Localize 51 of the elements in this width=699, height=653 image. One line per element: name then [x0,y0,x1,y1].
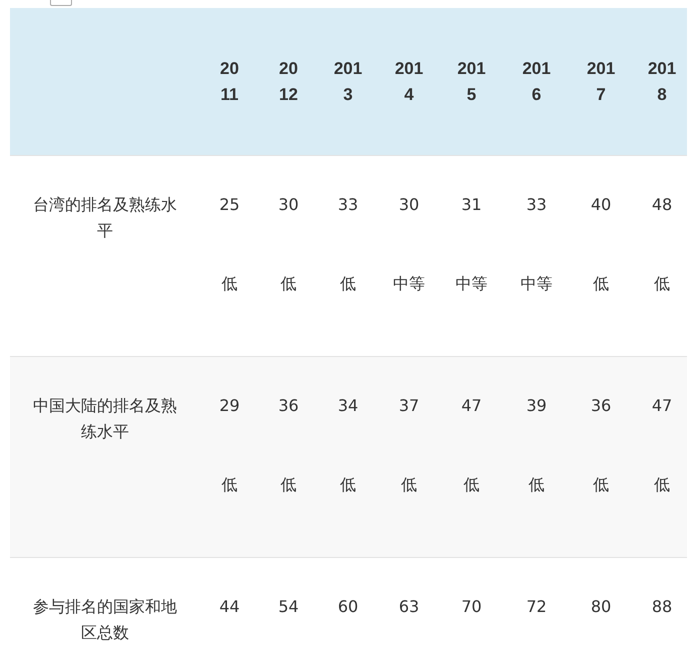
table-cell-text: 低 [464,474,480,496]
table-cell-text: 48 [652,194,672,216]
table-cell-text: 40 [590,194,612,216]
table-cell-text: 29 [219,395,240,417]
table-cell-text: 低 [340,273,356,295]
table-cell-text: 33 [526,194,547,216]
row-label: 台湾的排名及熟练水平 [33,195,177,240]
table-cell-text: 36 [278,395,299,417]
table-cell-text: 低 [280,273,296,295]
column-header: 2015 [457,58,486,106]
table-cell-text: 低 [280,474,296,496]
table-cell-text: 47 [652,395,672,417]
table-cell-text: 63 [398,596,420,618]
table-cell-text: 中等 [393,273,425,295]
table-cell-text: 低 [222,474,238,496]
table-cell-text: 中等 [456,273,488,295]
table-cell-text: 70 [461,596,482,618]
table-cell-text: 60 [338,596,358,618]
table-cell-text: 44 [219,596,240,618]
table-cell-text: 33 [338,194,358,216]
column-header: 2016 [522,58,551,106]
row-label: 中国大陆的排名及熟练水平 [33,396,177,441]
table-cell-text: 30 [278,194,299,216]
table-cell-text: 低 [340,474,356,496]
table-cell-text: 低 [401,474,417,496]
table-cell-text: 低 [593,474,609,496]
table-cell-text: 34 [338,395,358,417]
table-cell-text: 54 [278,596,299,618]
table-cell-text: 低 [222,273,238,295]
table-cell-text: 低 [654,474,670,496]
table-cell-text: 39 [526,395,547,417]
table-cell-text: 30 [398,194,420,216]
table-cell-text: 中等 [520,273,552,295]
table-cell-text: 31 [461,194,482,216]
table-cell-text: 80 [590,596,612,618]
table-cell-text: 低 [528,474,544,496]
table-cell-text: 36 [590,395,612,417]
column-header: 2018 [648,58,676,106]
column-header: 2014 [394,58,424,106]
table-cell-text: 72 [526,596,547,618]
table-cell-text: 37 [398,395,420,417]
row-label: 参与排名的国家和地区总数 [33,597,177,642]
table-cell-text: 25 [219,194,240,216]
table-cell-text: 低 [593,273,609,295]
table-cell-text: 88 [652,596,672,618]
column-header: 2017 [586,58,616,106]
column-header: 2013 [334,58,362,106]
column-header: 2011 [220,58,239,106]
column-header: 2012 [279,58,298,106]
table-cell-text: 47 [461,395,482,417]
table-cell-text: 低 [654,273,670,295]
